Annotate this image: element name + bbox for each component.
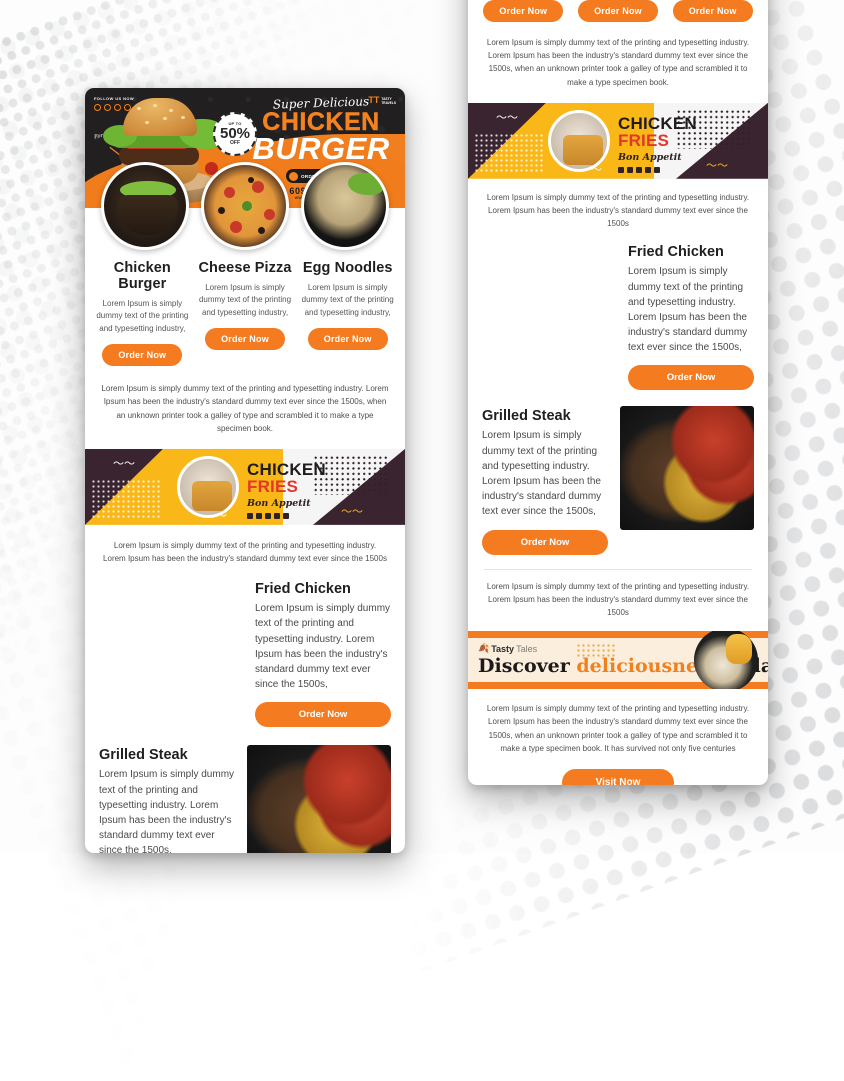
social-square-1[interactable]: [618, 166, 624, 173]
product-title: Cheese Pizza: [198, 260, 292, 276]
order-now-button[interactable]: Order Now: [255, 702, 391, 728]
feature-desc: Lorem Ipsum is simply dummy text of the …: [255, 603, 391, 691]
social-square-3[interactable]: [636, 166, 642, 173]
feature-grilled-steak: Grilled Steak Lorem Ipsum is simply dumm…: [468, 406, 768, 555]
social-square-3[interactable]: [265, 512, 271, 519]
feature-fried-chicken: Fried Chicken Lorem Ipsum is simply dumm…: [85, 579, 405, 728]
order-now-button[interactable]: Order Now: [307, 328, 388, 351]
product-list: Chicken Burger Lorem Ipsum is simply dum…: [85, 250, 405, 367]
squiggle-3: 〜〜: [341, 505, 363, 518]
feature-title: Fried Chicken: [628, 244, 724, 261]
product-image-pizza[interactable]: [201, 162, 289, 250]
feature-grilled-steak: Grilled Steak Lorem Ipsum is simply dumm…: [85, 745, 405, 853]
product-item: Cheese Pizza Lorem Ipsum is simply dummy…: [194, 260, 297, 366]
order-now-button[interactable]: Order Now: [628, 365, 754, 391]
discover-logo: 🍂 Tasty Tales: [478, 643, 537, 654]
squiggle-1: 〜〜: [496, 111, 518, 124]
squiggle-3: 〜〜: [706, 159, 728, 172]
fried-chicken-image: [99, 579, 243, 707]
feature-desc: Lorem Ipsum is simply dummy text of the …: [628, 266, 748, 354]
grilled-steak-image: [247, 745, 391, 853]
fries-subtitle: Bon Appetit: [247, 497, 311, 509]
banner-dots-light: [91, 478, 161, 519]
fries-text-block: CHICKEN FRIES Bon Appetit: [247, 461, 326, 519]
discover-logo-text-2: Tales: [516, 643, 538, 654]
banner-dots-light: [474, 132, 544, 173]
fries-image: [548, 109, 610, 172]
discover-logo-text-1: Tasty: [491, 643, 515, 654]
email-mockup-right: Order Now Order Now Order Now Lorem Ipsu…: [468, 0, 768, 785]
fries-title-line2: FRIES: [247, 476, 299, 496]
social-dot-1[interactable]: [94, 104, 101, 111]
order-now-button[interactable]: Order Now: [483, 0, 564, 22]
fries-text-block: CHICKEN FRIES Bon Appetit: [618, 115, 697, 173]
product-title: Egg Noodles: [302, 260, 393, 276]
hero-title-line2: BURGER: [252, 130, 390, 166]
chicken-fries-banner[interactable]: 〜〜 〜〜 〜〜 CHICKEN FRIES Bon Appetit: [85, 448, 405, 525]
social-square-4[interactable]: [274, 512, 280, 519]
fried-chicken-image: [482, 242, 616, 366]
fries-title-line2: FRIES: [618, 130, 670, 150]
order-now-button[interactable]: Order Now: [672, 0, 753, 22]
product-desc: Lorem Ipsum is simply dummy text of the …: [301, 283, 394, 317]
social-square-2[interactable]: [627, 166, 633, 173]
grilled-steak-image: [620, 406, 754, 531]
visit-now-wrap: Visit Now: [468, 765, 768, 785]
social-square-4[interactable]: [645, 166, 651, 173]
squiggle-1: 〜〜: [113, 457, 135, 470]
intro-paragraph: Lorem Ipsum is simply dummy text of the …: [101, 384, 389, 433]
feature-title: Fried Chicken: [255, 581, 351, 598]
product-image-noodles[interactable]: [301, 162, 389, 250]
feature-fried-chicken: Fried Chicken Lorem Ipsum is simply dumm…: [468, 242, 768, 391]
product-cta-row: Order Now Order Now Order Now: [468, 0, 768, 22]
chicken-fries-banner[interactable]: 〜〜 〜〜 〜〜 CHICKEN FRIES Bon Appetit: [468, 102, 768, 179]
product-item: Egg Noodles Lorem Ipsum is simply dummy …: [296, 260, 399, 366]
fries-paragraph: Lorem Ipsum is simply dummy text of the …: [486, 192, 750, 229]
discover-headline-1: Discover: [478, 655, 577, 678]
fries-title-line1: CHICKEN: [618, 113, 697, 133]
feature-title: Grilled Steak: [99, 747, 188, 764]
intro-paragraph: Lorem Ipsum is simply dummy text of the …: [486, 38, 750, 87]
social-square-2[interactable]: [256, 512, 262, 519]
discover-banner[interactable]: 🍂 Tasty Tales Discover deliciousness tod…: [468, 631, 768, 690]
social-square-5[interactable]: [283, 512, 289, 519]
fries-image: [177, 455, 239, 518]
order-now-button[interactable]: Order Now: [578, 0, 658, 22]
leaf-icon: 🍂: [478, 643, 490, 654]
visit-now-button[interactable]: Visit Now: [561, 768, 675, 785]
product-image-burger[interactable]: [101, 162, 189, 250]
order-now-button[interactable]: Order Now: [205, 328, 285, 351]
steak-footer-paragraph: Lorem Ipsum is simply dummy text of the …: [486, 581, 750, 617]
discover-food-image: [694, 631, 758, 690]
feature-title: Grilled Steak: [482, 408, 571, 425]
fries-title-line1: CHICKEN: [247, 459, 326, 479]
email-mockup-left: FOLLOW US NOW For best offers ⟶ TT TASTY…: [85, 88, 405, 853]
feature-desc: Lorem Ipsum is simply dummy text of the …: [482, 430, 602, 518]
fries-subtitle: Bon Appetit: [618, 151, 682, 163]
fries-social-icons[interactable]: [247, 512, 326, 519]
product-title: Chicken Burger: [113, 260, 171, 292]
product-desc: Lorem Ipsum is simply dummy text of the …: [198, 283, 292, 317]
closing-paragraph: Lorem Ipsum is simply dummy text of the …: [486, 704, 750, 753]
social-square-1[interactable]: [247, 512, 253, 519]
product-circles: [85, 162, 405, 250]
social-square-5[interactable]: [654, 166, 660, 173]
fries-paragraph: Lorem Ipsum is simply dummy text of the …: [103, 540, 387, 564]
order-now-button[interactable]: Order Now: [482, 529, 608, 555]
feature-desc: Lorem Ipsum is simply dummy text of the …: [99, 769, 235, 853]
badge-off: OFF: [230, 140, 240, 146]
order-now-button[interactable]: Order Now: [102, 344, 183, 367]
product-desc: Lorem Ipsum is simply dummy text of the …: [96, 299, 189, 333]
product-item: Chicken Burger Lorem Ipsum is simply dum…: [91, 260, 194, 367]
fries-social-icons[interactable]: [618, 166, 697, 173]
